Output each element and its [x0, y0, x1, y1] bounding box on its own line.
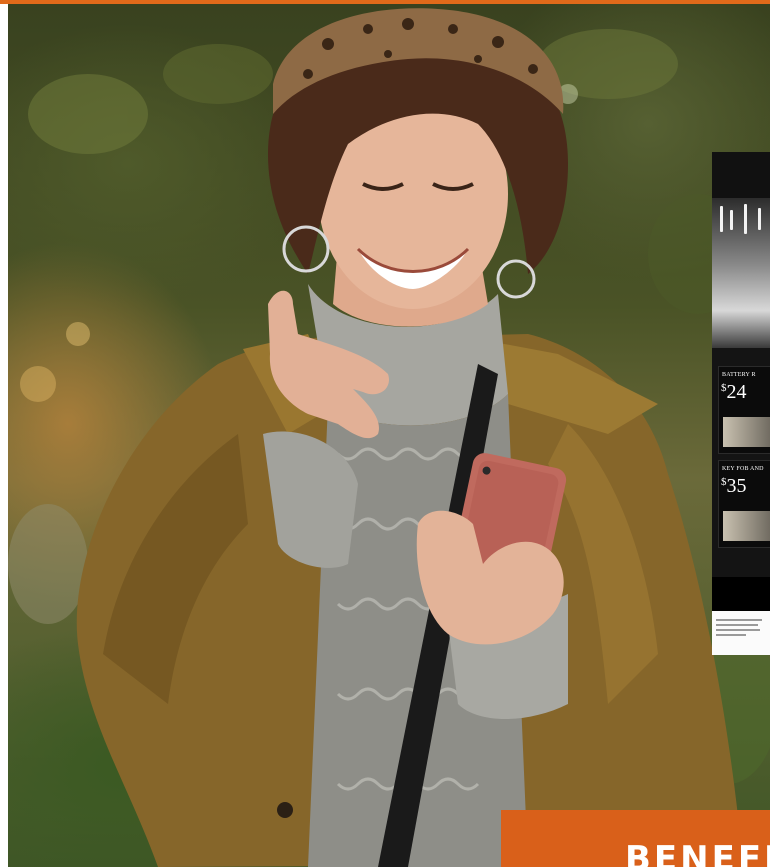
offer-price: $35: [721, 475, 747, 497]
offer-thumbnail: [723, 417, 770, 447]
flyer-keys-image: [712, 198, 770, 348]
offer-thumbnail: [723, 511, 770, 541]
battery-offer: BATTERY R $24: [718, 366, 770, 454]
offer-price: $24: [721, 381, 747, 403]
offer-label: BATTERY R: [722, 372, 756, 378]
key-fob-offer: KEY FOB AND $35: [718, 460, 770, 548]
benefits-banner: BENEFI: [501, 810, 770, 867]
offer-label: KEY FOB AND: [722, 466, 764, 472]
flyer-footer-band: [712, 577, 770, 611]
flyer-header: [712, 152, 770, 198]
hero-photo: BATTERY R $24 KEY FOB AND $35: [8, 4, 770, 867]
banner-heading: BENEFI: [625, 839, 770, 867]
woman-with-phone-illustration: [8, 8, 770, 867]
flyer-fine-print: [712, 611, 770, 655]
service-offer-flyer: BATTERY R $24 KEY FOB AND $35: [712, 152, 770, 655]
